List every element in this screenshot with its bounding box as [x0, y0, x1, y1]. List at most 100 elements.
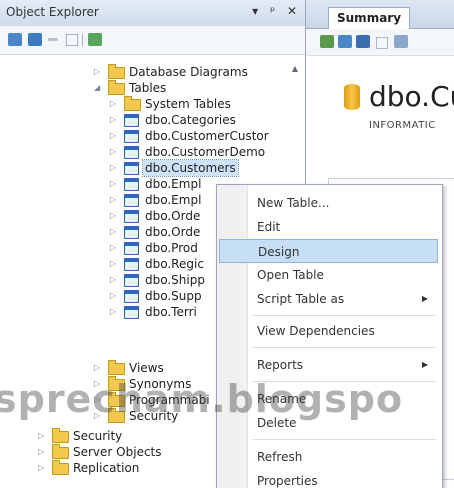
menu-item-label: Delete	[257, 416, 297, 430]
menu-item-label: View Dependencies	[257, 324, 375, 338]
summary-toolbar	[306, 29, 454, 56]
tree-node-label: dbo.Regic	[145, 257, 204, 271]
expand-arrow-icon[interactable]: ▷	[94, 64, 104, 80]
refresh-icon[interactable]	[356, 35, 370, 48]
expand-arrow-icon[interactable]: ▷	[110, 288, 120, 304]
connect-icon[interactable]	[8, 33, 22, 46]
expand-arrow-icon[interactable]: ▷	[110, 272, 120, 288]
tree-node-label: dbo.CustomerDemo	[145, 145, 266, 159]
menu-item-label: New Table...	[257, 196, 330, 210]
tree-node-label: Views	[129, 361, 164, 375]
table-icon	[124, 130, 139, 143]
menu-item-edit[interactable]: Edit	[219, 215, 438, 239]
table-icon	[124, 114, 139, 127]
menu-item-label: Design	[258, 245, 300, 259]
menu-item-label: Refresh	[257, 450, 303, 464]
menu-item-label: Rename	[257, 392, 307, 406]
menu-separator	[253, 439, 436, 440]
tree-node-label: Synonyms	[129, 377, 192, 391]
tree-node-label: dbo.Categories	[145, 113, 236, 127]
folder-icon	[52, 444, 69, 459]
tree-node-label: Security	[73, 429, 123, 443]
stop-icon[interactable]	[48, 38, 58, 41]
tree-node-label: System Tables	[145, 97, 231, 111]
tree-node-label: Server Objects	[73, 445, 162, 459]
expand-arrow-icon[interactable]: ▷	[110, 256, 120, 272]
table-icon	[124, 258, 139, 271]
up-one-level-icon[interactable]	[320, 35, 334, 48]
close-icon[interactable]: ✕	[287, 4, 297, 18]
expand-arrow-icon[interactable]: ▷	[94, 360, 104, 376]
expand-arrow-icon[interactable]: ▷	[38, 428, 48, 444]
tree-node-label: dbo.Customers	[142, 159, 239, 177]
menu-item-rename[interactable]: Rename	[219, 387, 438, 411]
table-icon	[124, 306, 139, 319]
disconnect-icon[interactable]	[28, 33, 42, 46]
tree-node-label: dbo.Prod	[145, 241, 198, 255]
expand-arrow-icon[interactable]: ▷	[38, 460, 48, 476]
expand-arrow-icon[interactable]: ▷	[110, 304, 120, 320]
filter-icon[interactable]	[376, 37, 388, 49]
folder-icon	[52, 428, 69, 443]
tab-summary[interactable]: Summary	[328, 7, 411, 29]
expand-arrow-icon[interactable]: ▷	[110, 144, 120, 160]
expand-arrow-icon[interactable]: ▷	[110, 208, 120, 224]
expand-arrow-icon[interactable]: ▷	[110, 240, 120, 256]
filter-icon[interactable]	[66, 34, 78, 46]
menu-item-delete[interactable]: Delete	[219, 411, 438, 435]
expand-arrow-icon[interactable]: ▷	[110, 176, 120, 192]
table-icon	[124, 226, 139, 239]
folder-icon	[108, 408, 125, 423]
menu-item-properties[interactable]: Properties	[219, 469, 438, 488]
menu-separator	[253, 381, 436, 382]
sync-icon[interactable]	[338, 35, 352, 48]
expand-arrow-icon[interactable]: ▷	[94, 392, 104, 408]
expand-arrow-icon[interactable]: ▷	[38, 444, 48, 460]
menu-item-refresh[interactable]: Refresh	[219, 445, 438, 469]
folder-icon	[52, 460, 69, 475]
menu-item-reports[interactable]: Reports ▶	[219, 353, 438, 377]
summary-heading: dbo.Cu	[369, 80, 454, 113]
refresh-icon[interactable]	[88, 33, 102, 46]
window-position-dropdown-icon[interactable]: ▾	[252, 4, 258, 18]
tree-node-label: Replication	[73, 461, 140, 475]
folder-icon	[108, 376, 125, 391]
menu-item-view-dependencies[interactable]: View Dependencies	[219, 319, 438, 343]
toolbar-divider	[82, 34, 83, 46]
expand-arrow-icon[interactable]: ▷	[110, 192, 120, 208]
tree-node-label: Programmabi	[129, 393, 210, 407]
expand-arrow-icon[interactable]: ▷	[110, 96, 120, 112]
expand-arrow-icon[interactable]: ▷	[110, 112, 120, 128]
tree-node-label: Database Diagrams	[129, 65, 248, 79]
object-explorer-title: Object Explorer	[6, 5, 99, 19]
menu-item-script-table-as[interactable]: Script Table as ▶	[219, 287, 438, 311]
folder-icon	[108, 392, 125, 407]
auto-hide-pin-icon[interactable]: ᵖ	[270, 4, 275, 18]
expand-arrow-icon[interactable]: ▷	[110, 128, 120, 144]
tree-node-label: Security	[129, 409, 179, 423]
folder-icon	[108, 360, 125, 375]
folder-icon	[124, 96, 141, 111]
expand-arrow-icon[interactable]: ▷	[94, 408, 104, 424]
object-explorer-header: Object Explorer ▾ ᵖ ✕	[0, 0, 305, 27]
tree-node-label: Tables	[129, 81, 167, 95]
menu-separator	[253, 315, 436, 316]
table-icon	[124, 162, 139, 175]
table-icon	[124, 146, 139, 159]
submenu-arrow-icon: ▶	[421, 294, 428, 303]
expand-arrow-icon[interactable]: ▷	[94, 376, 104, 392]
table-icon	[124, 210, 139, 223]
expand-arrow-icon[interactable]: ▷	[110, 160, 120, 176]
menu-item-open-table[interactable]: Open Table	[219, 263, 438, 287]
list-view-icon[interactable]	[394, 35, 408, 48]
menu-item-design[interactable]: Design	[219, 239, 438, 263]
tree-node-label: dbo.Empl	[145, 177, 202, 191]
scrollbar-up-arrow-icon[interactable]: ▲	[290, 64, 300, 76]
menu-item-label: Script Table as	[257, 292, 345, 306]
collapse-arrow-icon[interactable]: ◢	[94, 80, 104, 96]
tree-node-label: dbo.Orde	[145, 209, 201, 223]
menu-item-label: Reports	[257, 358, 304, 372]
tree-node-label: dbo.Orde	[145, 225, 201, 239]
menu-item-new-table[interactable]: New Table...	[219, 191, 438, 215]
expand-arrow-icon[interactable]: ▷	[110, 224, 120, 240]
